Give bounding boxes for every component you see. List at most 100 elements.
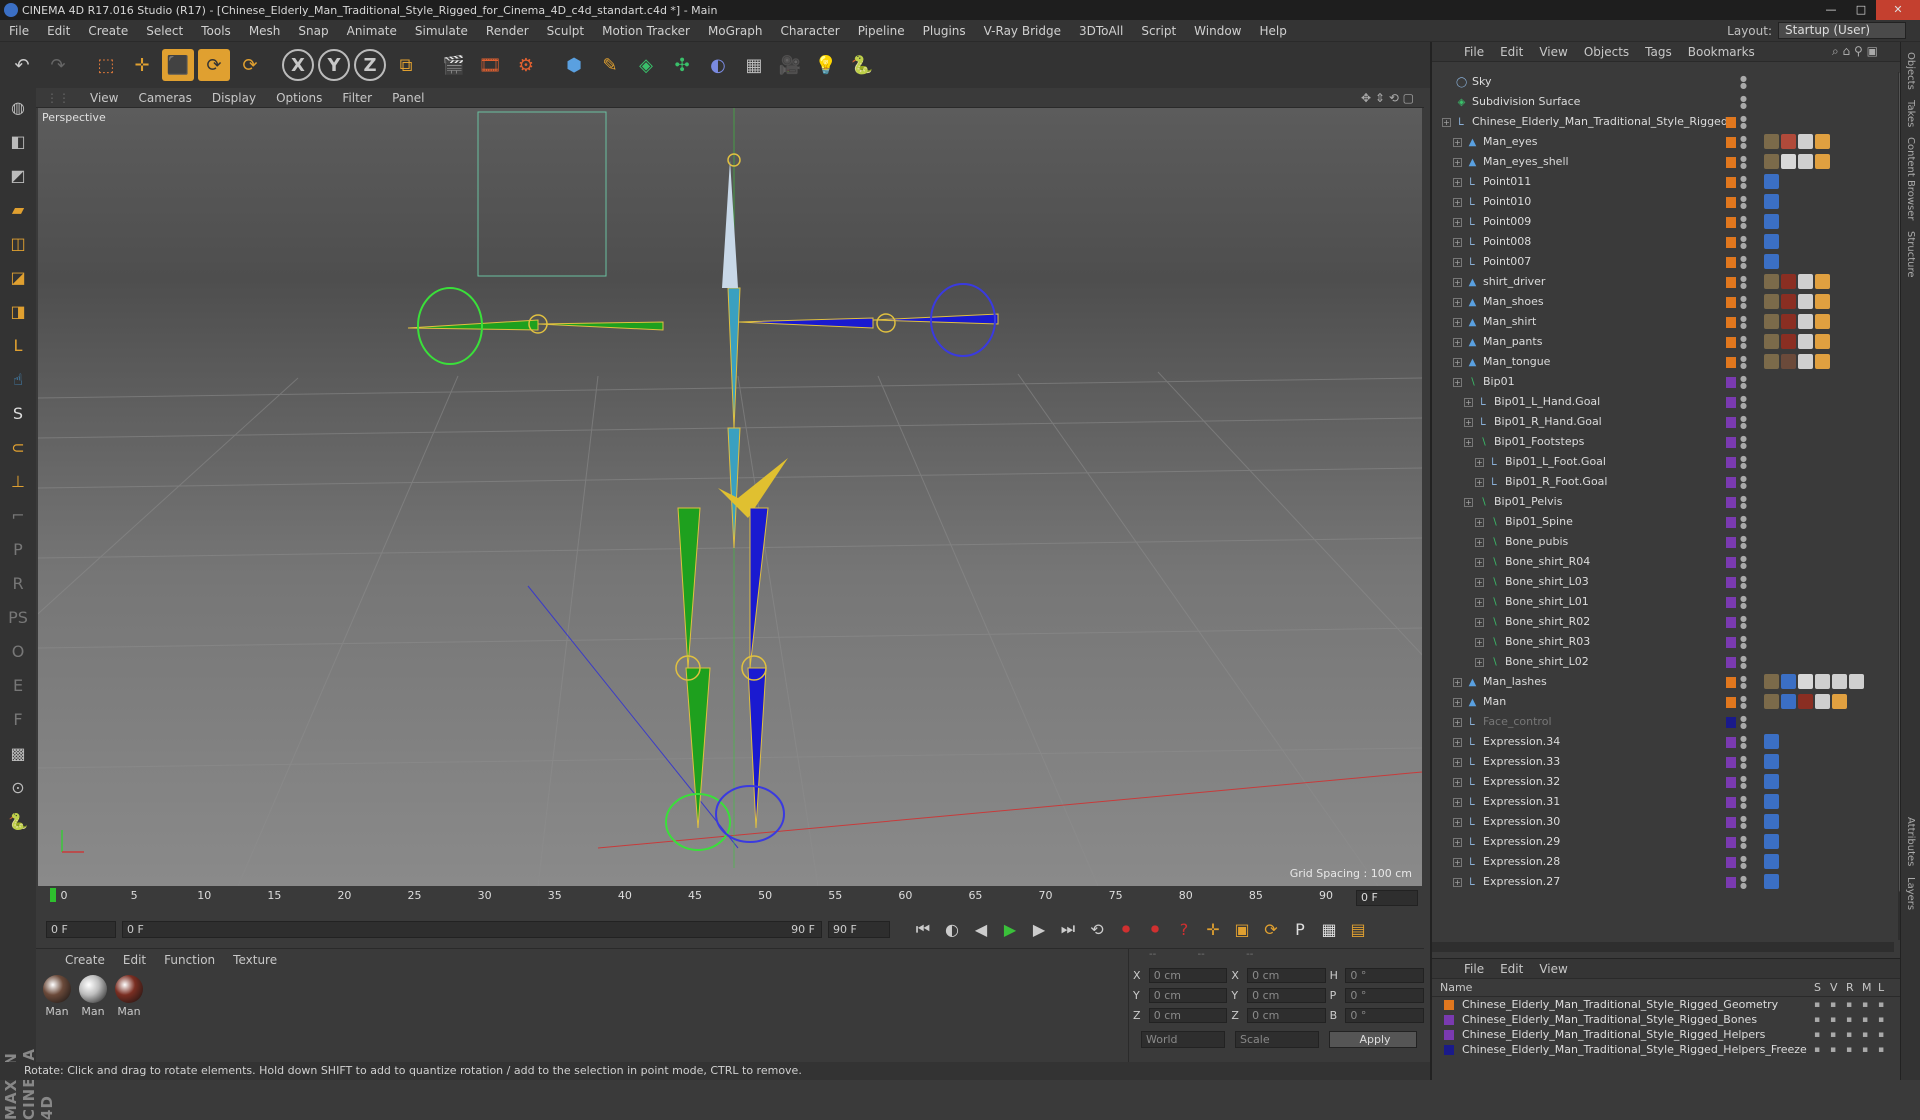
object-row-point008[interactable]: + Ꮮ Point008 ● ●	[1432, 232, 1894, 252]
layer-menu-file[interactable]: File	[1456, 962, 1492, 976]
rotate-icon[interactable]: ⟳	[198, 49, 230, 81]
visibility-dots-icon[interactable]: ● ●	[1740, 575, 1747, 590]
viewport-nav-icons[interactable]: ✥ ⇕ ⟲ ▢	[1351, 91, 1424, 105]
layer-view-toggle-icon[interactable]: ▪	[1830, 1030, 1846, 1040]
layer-manager-toggle-icon[interactable]: ▪	[1862, 1015, 1878, 1025]
visibility-dots-icon[interactable]: ● ●	[1740, 255, 1747, 270]
expand-toggle-icon[interactable]: +	[1453, 878, 1462, 887]
visibility-dots-icon[interactable]: ● ●	[1740, 195, 1747, 210]
python-script-icon[interactable]: 🐍	[3, 806, 33, 836]
coordinate-value-field[interactable]: 0 cm	[1247, 1007, 1326, 1023]
layer-color-swatch[interactable]	[1726, 777, 1736, 788]
record-icon[interactable]: ⏺	[1113, 916, 1139, 942]
layer-color-swatch[interactable]	[1726, 717, 1736, 728]
tag-icon[interactable]	[1798, 154, 1813, 169]
layer-color-swatch[interactable]	[1726, 457, 1736, 468]
spline-pen-icon[interactable]: ✎	[594, 49, 626, 81]
frame-ruler[interactable]: 0 5 10 15 20 25 30 35 40 45 50 55 60 65 70 75 80 85 90	[50, 886, 1340, 906]
layer-row[interactable]: Chinese_Elderly_Man_Traditional_Style_Ri…	[1432, 1042, 1902, 1057]
layer-manager-toggle-icon[interactable]: ▪	[1862, 1045, 1878, 1055]
menu-tools[interactable]: Tools	[192, 24, 240, 38]
auto-key-icon[interactable]: ⏺	[1142, 916, 1168, 942]
layer-color-swatch[interactable]	[1726, 577, 1736, 588]
loop-icon[interactable]: ⟲	[1084, 916, 1110, 942]
object-row-bip01-r-hand-goal[interactable]: + Ꮮ Bip01_R_Hand.Goal ● ●	[1432, 412, 1894, 432]
menu-create[interactable]: Create	[79, 24, 137, 38]
layer-lock-toggle-icon[interactable]: ▪	[1878, 1015, 1894, 1025]
expand-toggle-icon[interactable]: +	[1464, 398, 1473, 407]
expand-toggle-icon[interactable]: +	[1475, 458, 1484, 467]
expand-toggle-icon[interactable]: +	[1464, 438, 1473, 447]
tag-icon[interactable]	[1764, 774, 1779, 789]
layer-color-swatch[interactable]	[1726, 517, 1736, 528]
expand-toggle-icon[interactable]: +	[1453, 378, 1462, 387]
menu-character[interactable]: Character	[771, 24, 848, 38]
side-tab-structure[interactable]: Structure	[1905, 231, 1916, 278]
visibility-dots-icon[interactable]: ● ●	[1740, 555, 1747, 570]
menu-edit[interactable]: Edit	[38, 24, 79, 38]
timeline-window-icon[interactable]: ▤	[1345, 916, 1371, 942]
layer-color-swatch[interactable]	[1726, 837, 1736, 848]
visibility-dots-icon[interactable]: ● ●	[1740, 275, 1747, 290]
tag-icon[interactable]	[1764, 314, 1779, 329]
material-swatch[interactable]: Man	[78, 975, 108, 1018]
object-manager-search-icons[interactable]: ⌕ ⌂ ⚲ ▣	[1832, 44, 1878, 59]
tag-icon[interactable]	[1764, 834, 1779, 849]
tag-icon[interactable]	[1764, 234, 1779, 249]
visibility-dots-icon[interactable]: ● ●	[1740, 815, 1747, 830]
layer-manager-toggle-icon[interactable]: ▪	[1862, 1030, 1878, 1040]
material-menu-create[interactable]: Create	[56, 953, 114, 967]
object-row-bip01-pelvis[interactable]: + ∖ Bip01_Pelvis ● ●	[1432, 492, 1894, 512]
layer-color-swatch[interactable]	[1726, 237, 1736, 248]
object-row-bip01-r-foot-goal[interactable]: + Ꮮ Bip01_R_Foot.Goal ● ●	[1432, 472, 1894, 492]
tag-icon[interactable]	[1764, 814, 1779, 829]
object-row-man-tongue[interactable]: + ▲ Man_tongue ● ●	[1432, 352, 1894, 372]
expand-toggle-icon[interactable]: +	[1453, 278, 1462, 287]
object-row-expression-27[interactable]: + Ꮮ Expression.27 ● ●	[1432, 872, 1894, 892]
points-mode-icon[interactable]: ◫	[3, 228, 33, 258]
next-frame-icon[interactable]: ▶	[1026, 916, 1052, 942]
menu-animate[interactable]: Animate	[338, 24, 406, 38]
object-row-man-eyes[interactable]: + ▲ Man_eyes ● ●	[1432, 132, 1894, 152]
layer-color-swatch[interactable]	[1726, 297, 1736, 308]
object-row-man-eyes-shell[interactable]: + ▲ Man_eyes_shell ● ●	[1432, 152, 1894, 172]
checker-lock-icon[interactable]: ▩	[3, 738, 33, 768]
layer-menu-edit[interactable]: Edit	[1492, 962, 1531, 976]
layer-color-swatch[interactable]	[1726, 117, 1736, 128]
layer-color-swatch[interactable]	[1726, 817, 1736, 828]
tag-icon[interactable]	[1764, 694, 1779, 709]
object-row-man-shirt[interactable]: + ▲ Man_shirt ● ●	[1432, 312, 1894, 332]
layer-color-swatch[interactable]	[1726, 677, 1736, 688]
tag-icon[interactable]	[1764, 874, 1779, 889]
layer-row[interactable]: Chinese_Elderly_Man_Traditional_Style_Ri…	[1432, 997, 1902, 1012]
coordinate-value-field[interactable]: 0 cm	[1148, 1007, 1228, 1023]
visibility-dots-icon[interactable]: ● ●	[1740, 95, 1747, 110]
tag-icon[interactable]	[1764, 734, 1779, 749]
visibility-dots-icon[interactable]: ● ●	[1740, 435, 1747, 450]
material-menu-texture[interactable]: Texture	[224, 953, 286, 967]
edges-mode-icon[interactable]: ◪	[3, 262, 33, 292]
layer-color-swatch[interactable]	[1726, 737, 1736, 748]
viewport-menu-display[interactable]: Display	[202, 91, 266, 105]
tag-icon[interactable]	[1781, 674, 1796, 689]
tag-icon[interactable]	[1798, 294, 1813, 309]
layer-color-swatch[interactable]	[1726, 757, 1736, 768]
brush-1-icon[interactable]: ⌐	[3, 500, 33, 530]
layer-solo-toggle-icon[interactable]: ▪	[1814, 1000, 1830, 1010]
material-swatch[interactable]: Man	[42, 975, 72, 1018]
menu-help[interactable]: Help	[1250, 24, 1295, 38]
object-row-expression-29[interactable]: + Ꮮ Expression.29 ● ●	[1432, 832, 1894, 852]
close-icon[interactable]: ✕	[1876, 0, 1920, 20]
visibility-dots-icon[interactable]: ● ●	[1740, 695, 1747, 710]
menu-sculpt[interactable]: Sculpt	[538, 24, 593, 38]
tag-icon[interactable]	[1798, 694, 1813, 709]
layer-color-swatch[interactable]	[1726, 157, 1736, 168]
expand-toggle-icon[interactable]: +	[1464, 498, 1473, 507]
apply-button[interactable]: Apply	[1329, 1031, 1417, 1048]
object-row-bip01-l-foot-goal[interactable]: + Ꮮ Bip01_L_Foot.Goal ● ●	[1432, 452, 1894, 472]
object-row-subdivision-surface[interactable]: ◈ Subdivision Surface ● ●	[1432, 92, 1894, 112]
expand-toggle-icon[interactable]: +	[1453, 298, 1462, 307]
keyframe-help-icon[interactable]: ?	[1171, 916, 1197, 942]
object-row-bone-shirt-r04[interactable]: + ∖ Bone_shirt_R04 ● ●	[1432, 552, 1894, 572]
tweak-mode-icon[interactable]: ☝	[3, 364, 33, 394]
